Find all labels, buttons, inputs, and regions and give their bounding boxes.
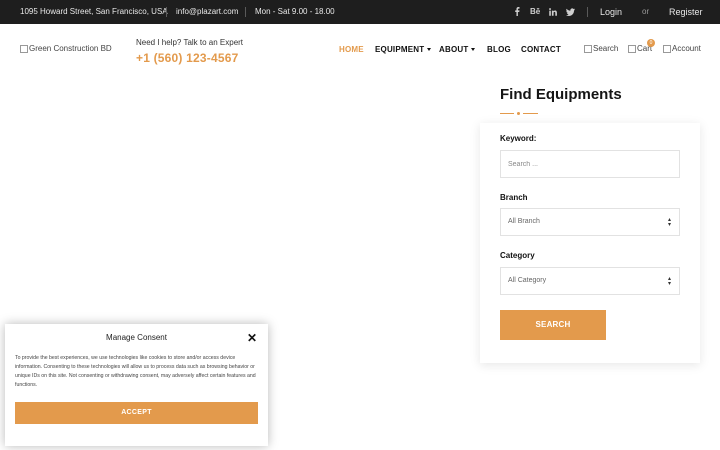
branch-select[interactable]: All Branch ▴ ▾ [500, 208, 680, 236]
search-icon[interactable]: Search [584, 44, 618, 53]
consent-text: To provide the best experiences, we use … [15, 355, 256, 388]
broken-image-icon [20, 45, 28, 53]
title-underline [523, 113, 538, 114]
nav-home[interactable]: HOME [339, 45, 364, 54]
search-button[interactable]: SEARCH [500, 310, 606, 340]
close-icon[interactable]: ✕ [247, 332, 257, 344]
divider [166, 7, 167, 17]
select-arrows-icon: ▴ ▾ [667, 276, 671, 287]
keyword-input[interactable] [500, 150, 680, 178]
keyword-label: Keyword: [500, 134, 537, 143]
nav-about-label: ABOUT [439, 45, 469, 54]
site-logo[interactable]: Green Construction BD [20, 44, 112, 53]
twitter-icon[interactable] [566, 0, 575, 24]
nav-about[interactable]: ABOUT [439, 45, 476, 54]
address-text: 1095 Howard Street, San Francisco, USA [20, 7, 168, 16]
consent-title: Manage Consent [106, 333, 167, 342]
search-alt-text: Search [593, 44, 619, 53]
phone-number[interactable]: +1 (560) 123-4567 [136, 51, 238, 65]
account-alt-text: Account [672, 44, 701, 53]
divider [245, 7, 246, 17]
accept-button[interactable]: ACCEPT [15, 402, 258, 424]
broken-image-icon [628, 45, 636, 53]
branch-select-value: All Branch [508, 218, 540, 225]
nav-blog[interactable]: BLOG [487, 45, 511, 54]
cart-count-badge: 0 [647, 39, 655, 47]
register-link[interactable]: Register [669, 0, 703, 24]
chevron-down-icon [427, 48, 432, 52]
broken-image-icon [663, 45, 671, 53]
hours-text: Mon - Sat 9.00 - 18.00 [255, 7, 335, 16]
help-text: Need I help? Talk to an Expert [136, 38, 244, 47]
logo-alt-text: Green Construction BD [29, 44, 112, 53]
category-select[interactable]: All Category ▴ ▾ [500, 267, 680, 295]
login-link[interactable]: Login [600, 0, 622, 24]
nav-contact[interactable]: CONTACT [521, 45, 561, 54]
nav-equipment[interactable]: EQUIPMENT [375, 45, 432, 54]
broken-image-icon [584, 45, 592, 53]
behance-icon[interactable]: Bē [530, 0, 540, 24]
title-dot [517, 112, 520, 115]
widget-title: Find Equipments [500, 86, 622, 103]
select-arrows-icon: ▴ ▾ [667, 217, 671, 228]
category-label: Category [500, 251, 535, 260]
account-icon[interactable]: Account [663, 44, 701, 53]
linkedin-icon[interactable] [549, 0, 557, 24]
category-select-value: All Category [508, 277, 547, 284]
email-link[interactable]: info@plazart.com [176, 0, 238, 24]
top-bar: 1095 Howard Street, San Francisco, USA i… [0, 0, 720, 24]
branch-label: Branch [500, 193, 528, 202]
or-text: or [642, 7, 650, 16]
divider [587, 7, 588, 17]
title-underline [500, 113, 514, 114]
facebook-icon[interactable] [514, 0, 520, 24]
chevron-down-icon [471, 48, 476, 52]
nav-equipment-label: EQUIPMENT [375, 45, 425, 54]
consent-dialog: Manage Consent ✕ To provide the best exp… [5, 324, 268, 446]
